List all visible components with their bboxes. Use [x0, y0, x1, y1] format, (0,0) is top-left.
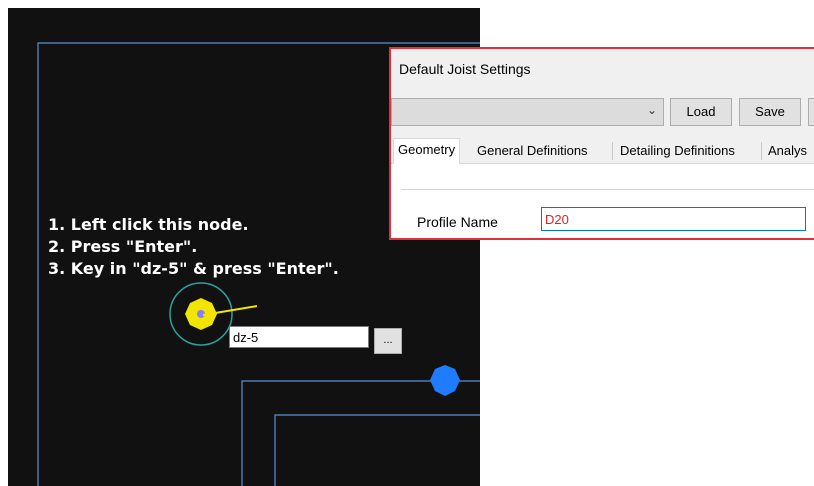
instruction-step-2: 2. Press "Enter".: [48, 237, 198, 256]
load-button[interactable]: Load: [670, 98, 732, 126]
profile-combo[interactable]: ⌄: [391, 98, 664, 126]
chevron-down-icon[interactable]: ⌄: [647, 103, 657, 117]
inner-frame-2: [274, 414, 480, 486]
panel-divider: [401, 189, 814, 190]
instructions-text: 1. Left click this node. 2. Press "Enter…: [48, 214, 339, 280]
dialog-toolbar: ⌄ Load Save: [391, 98, 814, 128]
command-input[interactable]: [229, 326, 369, 348]
tab-general-definitions[interactable]: General Definitions: [473, 140, 592, 164]
tab-geometry[interactable]: Geometry: [393, 138, 461, 165]
tab-strip: Geometry General Definitions Detailing D…: [391, 138, 814, 165]
more-button[interactable]: [808, 98, 814, 126]
dialog-title: Default Joist Settings: [399, 61, 531, 77]
inner-frame-1: [241, 380, 480, 486]
profile-name-input[interactable]: [541, 207, 806, 231]
blue-node[interactable]: [430, 365, 460, 396]
instruction-step-3: 3. Key in "dz-5" & press "Enter".: [48, 259, 339, 278]
screen: 1. Left click this node. 2. Press "Enter…: [0, 0, 814, 486]
tab-separator: [761, 142, 762, 160]
tab-detailing-definitions[interactable]: Detailing Definitions: [616, 140, 739, 164]
profile-name-label: Profile Name: [417, 214, 498, 230]
tab-separator: [612, 142, 613, 160]
browse-button[interactable]: ...: [374, 328, 402, 354]
default-joist-settings-dialog: Default Joist Settings ⌄ Load Save Geome…: [389, 47, 814, 240]
tab-analysis[interactable]: Analys: [764, 140, 811, 164]
save-button[interactable]: Save: [739, 98, 801, 126]
geometry-panel: Profile Name: [391, 164, 814, 238]
instruction-step-1: 1. Left click this node.: [48, 215, 249, 234]
